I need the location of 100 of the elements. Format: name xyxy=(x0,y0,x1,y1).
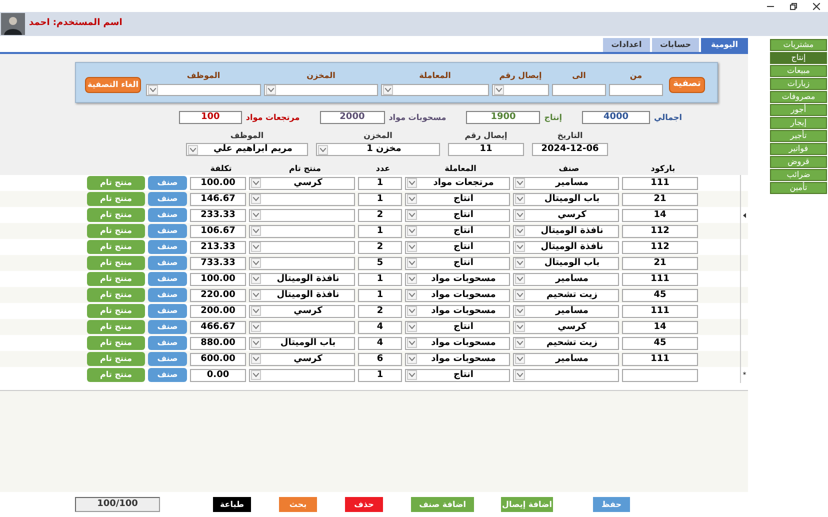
cost-field[interactable]: 100.00 xyxy=(190,272,246,286)
product-dropdown[interactable]: كرسي xyxy=(249,352,355,366)
count-field[interactable]: 1 xyxy=(358,192,402,206)
transaction-dropdown[interactable]: انتاج xyxy=(405,368,510,382)
count-field[interactable]: 5 xyxy=(358,256,402,270)
transaction-dropdown[interactable]: انتاج xyxy=(405,256,510,270)
cost-field[interactable]: 733.33 xyxy=(190,256,246,270)
filter-dropdown[interactable] xyxy=(264,84,378,96)
form-dropdown[interactable]: مريم ابراهيم علي xyxy=(186,143,308,156)
transaction-dropdown[interactable]: انتاج xyxy=(405,240,510,254)
transaction-dropdown[interactable]: مسحوبات مواد xyxy=(405,272,510,286)
product-dropdown[interactable] xyxy=(249,224,355,238)
item-dropdown[interactable]: باب الوميتال xyxy=(513,256,619,270)
item-dropdown[interactable]: باب الوميتال xyxy=(513,192,619,206)
dropdown-arrow-icon xyxy=(407,226,417,236)
product-dropdown[interactable]: نافذة الوميتال xyxy=(249,288,355,302)
product-dropdown[interactable] xyxy=(249,256,355,270)
tab[interactable]: اعدادات xyxy=(603,38,650,52)
form-dropdown[interactable]: مخزن 1 xyxy=(316,143,440,156)
count-field[interactable]: 4 xyxy=(358,320,402,334)
transaction-dropdown[interactable]: انتاج xyxy=(405,192,510,206)
product-dropdown[interactable]: كرسي xyxy=(249,304,355,318)
barcode-field[interactable]: 111 xyxy=(622,304,698,318)
count-field[interactable]: 2 xyxy=(358,208,402,222)
barcode-field[interactable]: 112 xyxy=(622,240,698,254)
barcode-field[interactable] xyxy=(622,368,698,382)
barcode-field[interactable]: 21 xyxy=(622,192,698,206)
cost-field[interactable]: 600.00 xyxy=(190,352,246,366)
count-field[interactable]: 2 xyxy=(358,304,402,318)
cost-field[interactable]: 213.33 xyxy=(190,240,246,254)
barcode-field[interactable]: 14 xyxy=(622,320,698,334)
action-button[interactable]: طباعة xyxy=(213,497,251,512)
tab[interactable]: اليومية xyxy=(701,38,748,52)
product-dropdown[interactable]: نافذة الوميتال xyxy=(249,272,355,286)
barcode-field[interactable]: 111 xyxy=(622,352,698,366)
restore-icon[interactable] xyxy=(790,2,797,10)
count-field[interactable]: 4 xyxy=(358,336,402,350)
cost-field[interactable]: 466.67 xyxy=(190,320,246,334)
count-field[interactable]: 2 xyxy=(358,240,402,254)
product-dropdown[interactable] xyxy=(249,240,355,254)
cost-field[interactable]: 106.67 xyxy=(190,224,246,238)
item-dropdown[interactable]: كرسي xyxy=(513,208,619,222)
count-field[interactable]: 1 xyxy=(358,288,402,302)
cost-field[interactable]: 146.67 xyxy=(190,192,246,206)
cost-field[interactable]: 100.00 xyxy=(190,176,246,190)
filter-label: المخزن xyxy=(306,70,336,82)
product-dropdown[interactable]: كرسي xyxy=(249,176,355,190)
barcode-field[interactable]: 111 xyxy=(622,272,698,286)
dropdown-arrow-icon xyxy=(251,290,261,300)
form-field[interactable]: 11 xyxy=(448,143,524,156)
product-dropdown[interactable] xyxy=(249,320,355,334)
tab[interactable]: حسابات xyxy=(652,38,699,52)
transaction-dropdown[interactable]: مسحوبات مواد xyxy=(405,352,510,366)
transaction-dropdown[interactable]: انتاج xyxy=(405,320,510,334)
barcode-field[interactable]: 112 xyxy=(622,224,698,238)
item-dropdown[interactable]: مسامير xyxy=(513,176,619,190)
item-dropdown[interactable]: زيت تشحيم xyxy=(513,336,619,350)
cost-field[interactable]: 220.00 xyxy=(190,288,246,302)
item-dropdown[interactable]: كرسي xyxy=(513,320,619,334)
cost-field[interactable]: 0.00 xyxy=(190,368,246,382)
product-dropdown[interactable]: باب الوميتال xyxy=(249,336,355,350)
count-field[interactable]: 1 xyxy=(358,272,402,286)
filter-field[interactable] xyxy=(609,84,663,96)
side-menu-item[interactable]: إنتاج xyxy=(770,52,827,64)
transaction-dropdown[interactable]: مسحوبات مواد xyxy=(405,288,510,302)
item-dropdown[interactable]: مسامير xyxy=(513,304,619,318)
barcode-field[interactable]: 111 xyxy=(622,176,698,190)
item-dropdown[interactable]: مسامير xyxy=(513,352,619,366)
count-field[interactable]: 6 xyxy=(358,352,402,366)
product-dropdown[interactable] xyxy=(249,192,355,206)
item-dropdown[interactable]: مسامير xyxy=(513,272,619,286)
item-dropdown[interactable]: نافذة الوميتال xyxy=(513,224,619,238)
close-icon[interactable] xyxy=(813,2,820,10)
transaction-dropdown[interactable]: مرتجعات مواد xyxy=(405,176,510,190)
count-field[interactable]: 1 xyxy=(358,224,402,238)
barcode-field[interactable]: 45 xyxy=(622,336,698,350)
barcode-field[interactable]: 45 xyxy=(622,288,698,302)
cost-field[interactable]: 233.33 xyxy=(190,208,246,222)
cost-field[interactable]: 200.00 xyxy=(190,304,246,318)
item-dropdown[interactable] xyxy=(513,368,619,382)
count-field[interactable]: 1 xyxy=(358,368,402,382)
dropdown-arrow-icon xyxy=(515,290,525,300)
item-dropdown[interactable]: نافذة الوميتال xyxy=(513,240,619,254)
barcode-field[interactable]: 14 xyxy=(622,208,698,222)
filter-field[interactable] xyxy=(552,84,606,96)
barcode-field[interactable]: 21 xyxy=(622,256,698,270)
product-dropdown[interactable] xyxy=(249,208,355,222)
filter-dropdown[interactable] xyxy=(492,84,549,96)
item-dropdown[interactable]: زيت تشحيم xyxy=(513,288,619,302)
product-dropdown[interactable] xyxy=(249,368,355,382)
transaction-dropdown[interactable]: انتاج xyxy=(405,224,510,238)
form-field[interactable]: 2024-12-06 xyxy=(532,143,608,156)
filter-dropdown[interactable] xyxy=(146,84,261,96)
cost-field[interactable]: 880.00 xyxy=(190,336,246,350)
action-button[interactable]: حذف xyxy=(345,497,383,512)
transaction-dropdown[interactable]: مسحوبات مواد xyxy=(405,304,510,318)
transaction-dropdown[interactable]: مسحوبات مواد xyxy=(405,336,510,350)
transaction-dropdown[interactable]: انتاج xyxy=(405,208,510,222)
filter-dropdown[interactable] xyxy=(381,84,489,96)
count-field[interactable]: 1 xyxy=(358,176,402,190)
